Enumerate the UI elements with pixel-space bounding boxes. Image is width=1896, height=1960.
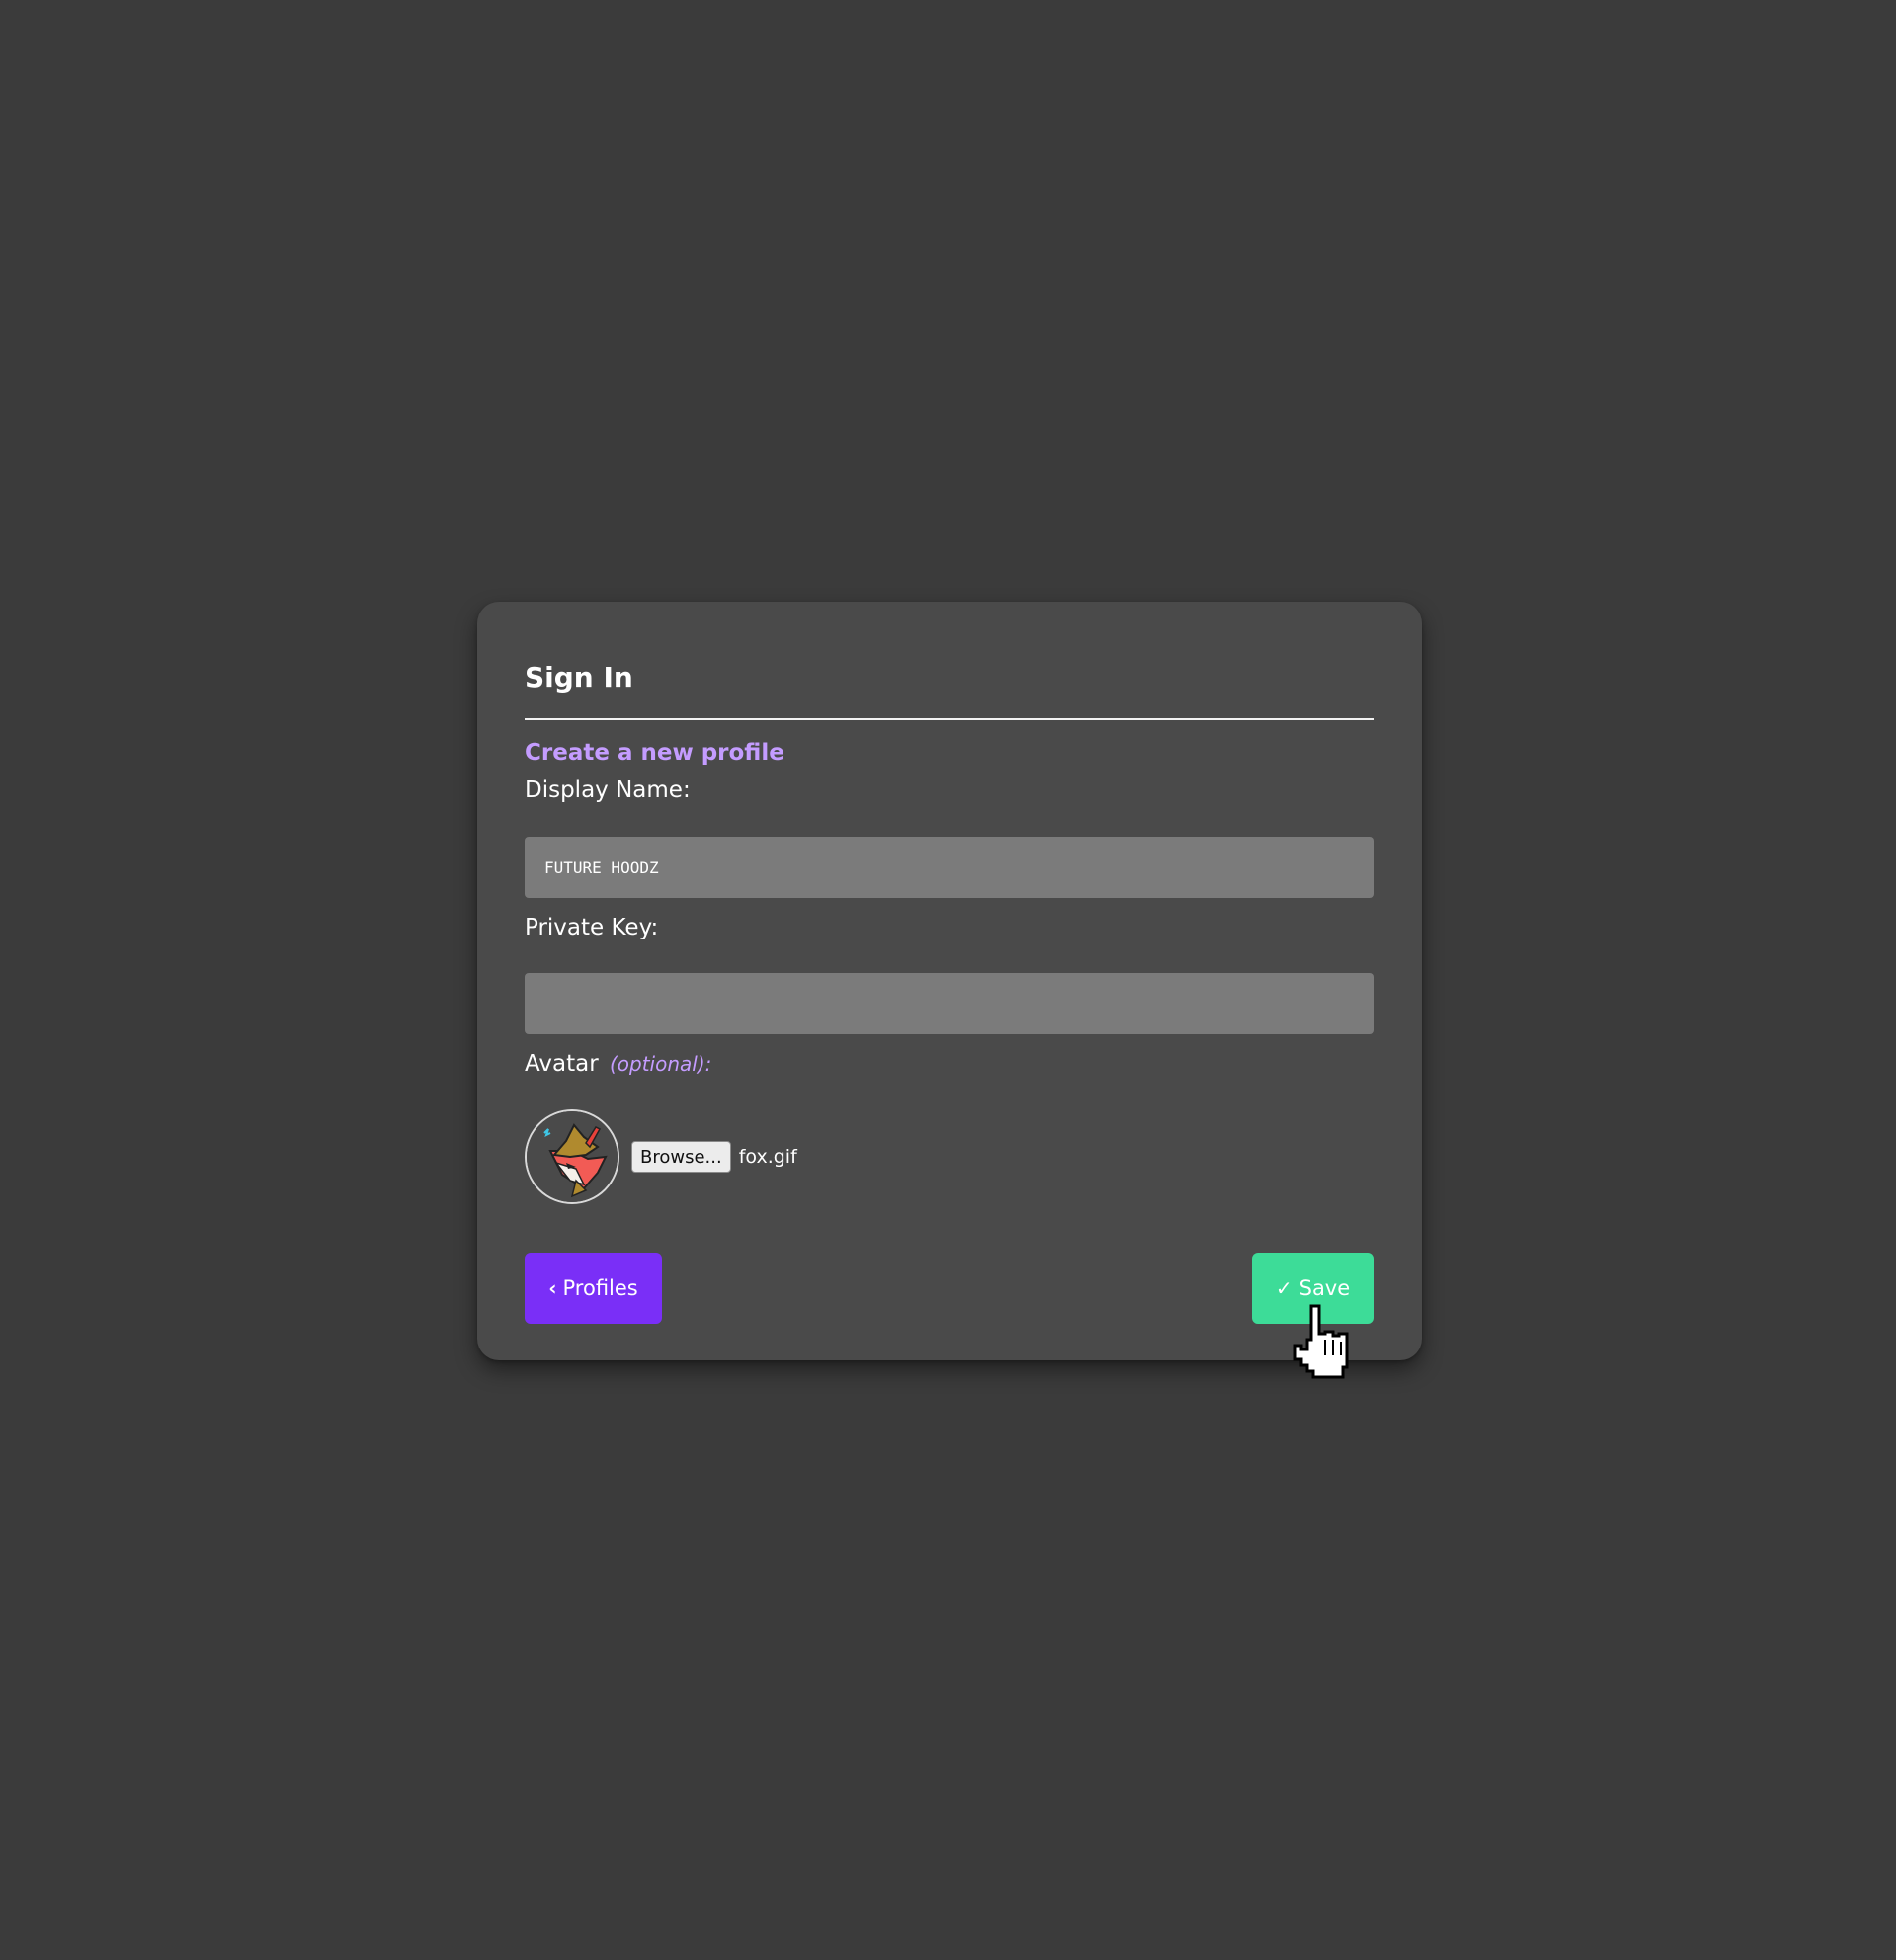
display-name-value: FUTURE HOODZ	[544, 858, 659, 877]
sign-in-card: Sign In Create a new profile Display Nam…	[477, 602, 1422, 1360]
browse-button[interactable]: Browse...	[631, 1141, 731, 1173]
hand-pointer-cursor-icon	[1293, 1304, 1349, 1379]
checkmark-icon: ✓	[1276, 1276, 1293, 1300]
display-name-field[interactable]: FUTURE HOODZ	[525, 837, 1374, 898]
title-divider	[525, 718, 1374, 720]
private-key-label: Private Key:	[525, 915, 659, 940]
avatar-preview	[525, 1109, 619, 1204]
profiles-back-button[interactable]: ‹ Profiles	[525, 1253, 662, 1324]
avatar-label: Avatar (optional):	[525, 1047, 711, 1081]
avatar-label-text: Avatar	[525, 1051, 599, 1077]
display-name-label: Display Name:	[525, 777, 691, 803]
profiles-button-label: Profiles	[562, 1276, 638, 1300]
page-title: Sign In	[525, 661, 633, 694]
save-button-label: Save	[1298, 1276, 1351, 1300]
create-profile-heading: Create a new profile	[525, 740, 784, 766]
selected-file-name: fox.gif	[738, 1146, 797, 1168]
fox-avatar-icon	[527, 1111, 618, 1202]
chevron-left-icon: ‹	[548, 1276, 557, 1300]
private-key-field[interactable]	[525, 973, 1374, 1034]
avatar-optional-hint: (optional):	[609, 1052, 712, 1076]
avatar-upload-row: Browse... fox.gif	[525, 1109, 797, 1204]
